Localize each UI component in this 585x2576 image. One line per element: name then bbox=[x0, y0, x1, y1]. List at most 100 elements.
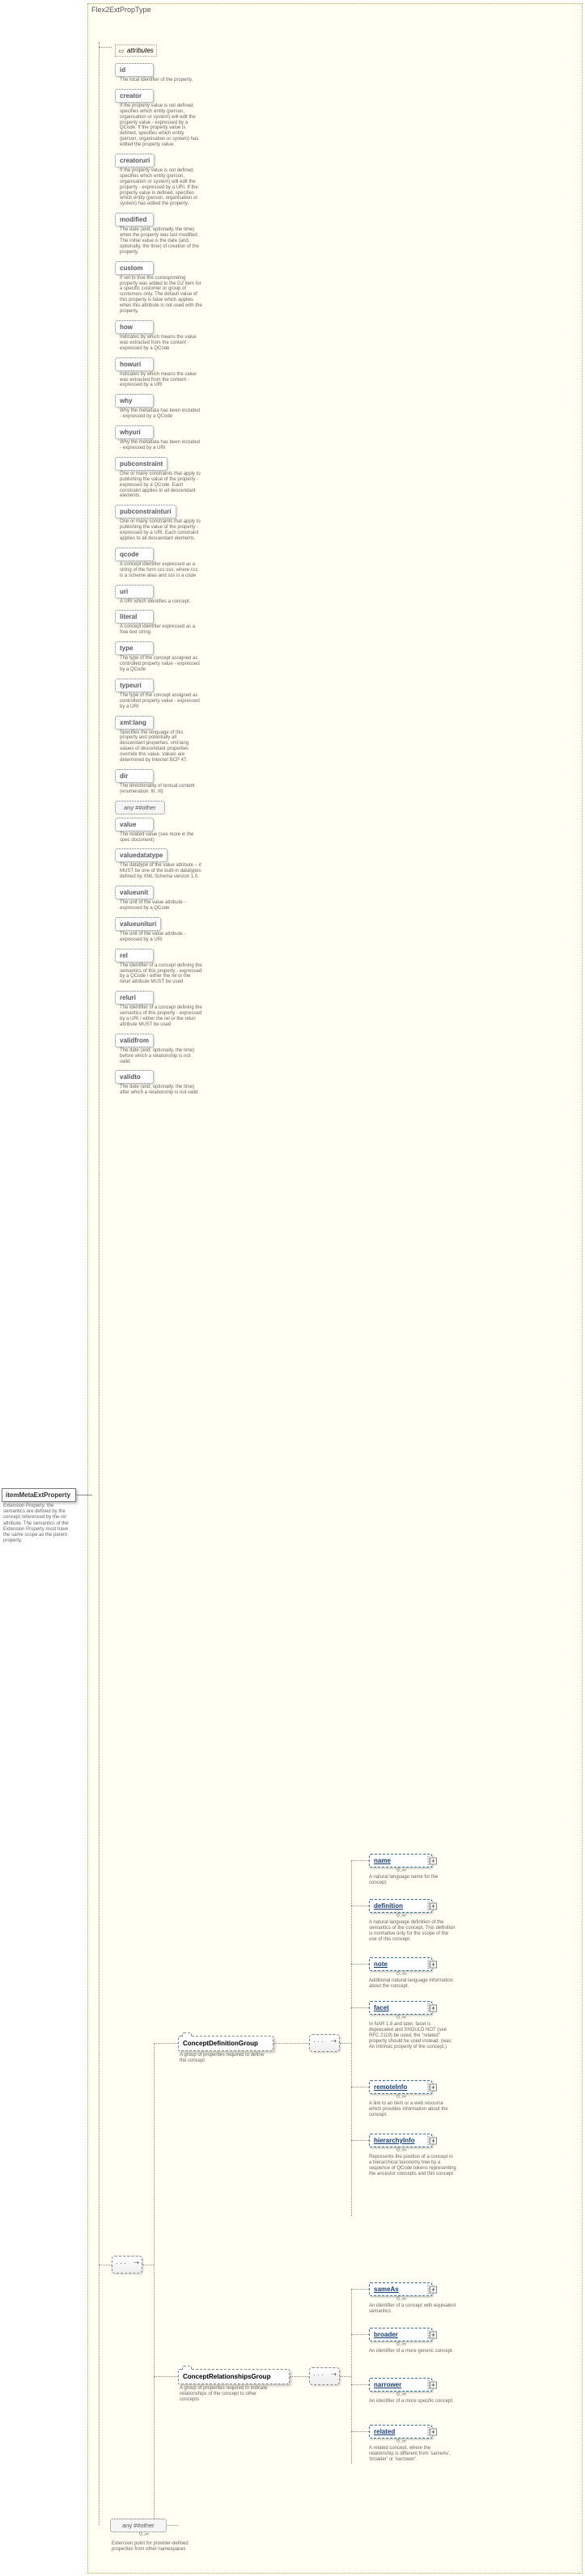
attribute-item: any ##other bbox=[115, 799, 212, 814]
attribute-box: xml:lang bbox=[115, 716, 154, 730]
attribute-desc: A URI which identifies a concept. bbox=[115, 599, 202, 607]
attribute-desc: Why the metadata has been included - exp… bbox=[115, 439, 202, 454]
group-label: ConceptRelationshipsGroup bbox=[183, 2373, 270, 2380]
attribute-desc: The date (and, optionally, the time) whe… bbox=[115, 226, 202, 257]
attribute-desc: Indicates by which means the value was e… bbox=[115, 334, 202, 354]
attribute-item: xml:langSpecifies the language of this p… bbox=[115, 714, 212, 766]
child-element-definition: definition+ bbox=[369, 1899, 432, 1913]
occurs-label: 0..∞ bbox=[369, 1971, 434, 1977]
connector-line bbox=[290, 2376, 309, 2377]
type-title: Flex2ExtPropType bbox=[88, 4, 582, 15]
attributes-header: ▭ attributes bbox=[115, 44, 157, 57]
connector-line bbox=[273, 2043, 309, 2044]
child-element-label: sameAs bbox=[374, 2286, 399, 2293]
group-desc: A group of properites required to indica… bbox=[180, 2386, 269, 2403]
attribute-box: pubconstraint bbox=[115, 457, 167, 471]
attribute-item: uriA URI which identifies a concept. bbox=[115, 583, 212, 607]
occurs-label: 0..∞ bbox=[369, 2392, 434, 2397]
any-other-desc: Extension point for provider-defined pro… bbox=[112, 2541, 193, 2553]
attribute-box: type bbox=[115, 641, 154, 655]
connector-line bbox=[351, 2140, 369, 2141]
attribute-box: validfrom bbox=[115, 1034, 154, 1047]
expand-icon[interactable]: + bbox=[430, 1961, 437, 1968]
occurs-label: 0..∞ bbox=[369, 2094, 434, 2100]
minus-icon: ▭ bbox=[118, 49, 124, 54]
attribute-box: pubconstrainturi bbox=[115, 505, 176, 518]
connector-line bbox=[351, 2431, 369, 2432]
attribute-box: custom bbox=[115, 261, 154, 275]
attribute-box: valueunituri bbox=[115, 917, 161, 931]
child-element-desc: Additional natural language information … bbox=[369, 1978, 456, 1990]
expand-icon[interactable]: + bbox=[430, 1902, 437, 1910]
expand-icon[interactable]: + bbox=[430, 2381, 437, 2388]
connector-line bbox=[351, 1860, 369, 1861]
expand-icon[interactable]: + bbox=[430, 2286, 437, 2293]
attribute-desc: If the property value is not defined, sp… bbox=[115, 167, 202, 209]
child-element-remoteinfo: remoteInfo+ bbox=[369, 2080, 432, 2094]
attribute-box: value bbox=[115, 818, 154, 831]
attribute-desc: Specifies the language of this property … bbox=[115, 730, 202, 766]
expand-icon[interactable]: + bbox=[430, 2137, 437, 2144]
connector-line bbox=[340, 2043, 351, 2044]
attribute-item: valueThe related value (see more in the … bbox=[115, 816, 212, 846]
occurs-label: 0..∞ bbox=[120, 2532, 168, 2537]
expand-icon[interactable]: + bbox=[430, 2331, 437, 2338]
attribute-box: validto bbox=[115, 1070, 154, 1084]
child-element-label: related bbox=[374, 2428, 395, 2435]
occurs-label: 0..∞ bbox=[369, 2341, 434, 2347]
attribute-box: how bbox=[115, 320, 154, 334]
attribute-desc: A concept identifier expressed as a free… bbox=[115, 624, 202, 638]
expand-icon[interactable]: + bbox=[430, 2428, 437, 2435]
attribute-item: valuedatatypeThe datatype of the value a… bbox=[115, 847, 212, 882]
attribute-box: why bbox=[115, 394, 154, 408]
attribute-item: creatorIf the property value is not defi… bbox=[115, 87, 212, 150]
expand-icon[interactable]: + bbox=[430, 2083, 437, 2091]
switch-icon: ⇢ bbox=[331, 2037, 337, 2045]
attribute-box: whyuri bbox=[115, 425, 154, 439]
attribute-desc: The unit of the value attribute - expres… bbox=[115, 899, 202, 914]
attribute-item: typeuriThe type of the concept assigned … bbox=[115, 677, 212, 713]
sequence-connector: ⇢ bbox=[309, 2367, 340, 2385]
attribute-box: valueunit bbox=[115, 886, 154, 899]
attribute-box: id bbox=[115, 63, 154, 77]
attribute-desc: The datatype of the value attribute – it… bbox=[115, 862, 202, 882]
attribute-item: whyWhy the metadata has been included - … bbox=[115, 392, 212, 422]
child-element-desc: In NAR 1.8 and later, facet is deprecate… bbox=[369, 2022, 456, 2049]
attribute-desc: The date (and, optionally, the time) bef… bbox=[115, 1047, 202, 1068]
expand-icon[interactable]: + bbox=[430, 2004, 437, 2011]
attribute-item: customIf set to true the corresponding p… bbox=[115, 260, 212, 317]
attribute-box: uri bbox=[115, 585, 154, 599]
attribute-desc: If the property value is not defined, sp… bbox=[115, 103, 202, 150]
connector-line bbox=[340, 2376, 351, 2377]
attribute-item: pubconstraintOne or many constraints tha… bbox=[115, 455, 212, 501]
attribute-item: relThe identifier of a concept defining … bbox=[115, 947, 212, 988]
child-element-name: name+ bbox=[369, 1854, 432, 1867]
child-element-desc: An identifier of a more specific concept… bbox=[369, 2399, 456, 2405]
attribute-desc: The unit of the value attribute - expres… bbox=[115, 931, 202, 945]
occurs-label: 0..∞ bbox=[369, 2147, 434, 2153]
group-label: ConceptDefinitionGroup bbox=[183, 2040, 258, 2047]
attribute-item: modifiedThe date (and, optionally, the t… bbox=[115, 211, 212, 257]
child-element-narrower: narrower+ bbox=[369, 2378, 432, 2392]
connector-line bbox=[351, 2384, 369, 2385]
expand-icon[interactable]: + bbox=[430, 1857, 437, 1864]
any-attribute: any ##other bbox=[115, 801, 165, 814]
child-element-label: broader bbox=[374, 2331, 398, 2338]
attributes-column: ▭ attributes idThe local identifier of t… bbox=[115, 42, 212, 1100]
connector-line bbox=[99, 42, 100, 2525]
attribute-box: qcode bbox=[115, 548, 154, 561]
connector-line bbox=[351, 1860, 352, 2216]
child-element-label: note bbox=[374, 1961, 388, 1968]
attribute-desc: The type of the concept assigned as cont… bbox=[115, 655, 202, 675]
connector-line bbox=[154, 2043, 155, 2525]
child-element-desc: A link to an item or a web resource whic… bbox=[369, 2101, 456, 2118]
connector-line bbox=[351, 1964, 369, 1965]
attribute-item: idThe local identifier of the property. bbox=[115, 61, 212, 86]
attribute-item: pubconstrainturiOne or many constraints … bbox=[115, 503, 212, 544]
child-element-label: hierarchyInfo bbox=[374, 2137, 415, 2144]
root-element-desc: Extension Property: the semantics are de… bbox=[2, 1502, 76, 1544]
concept-definition-group: ConceptDefinitionGroup bbox=[178, 2036, 273, 2051]
connector-line bbox=[351, 2334, 369, 2335]
connector-line bbox=[351, 2289, 369, 2290]
connector-line bbox=[351, 2289, 352, 2464]
